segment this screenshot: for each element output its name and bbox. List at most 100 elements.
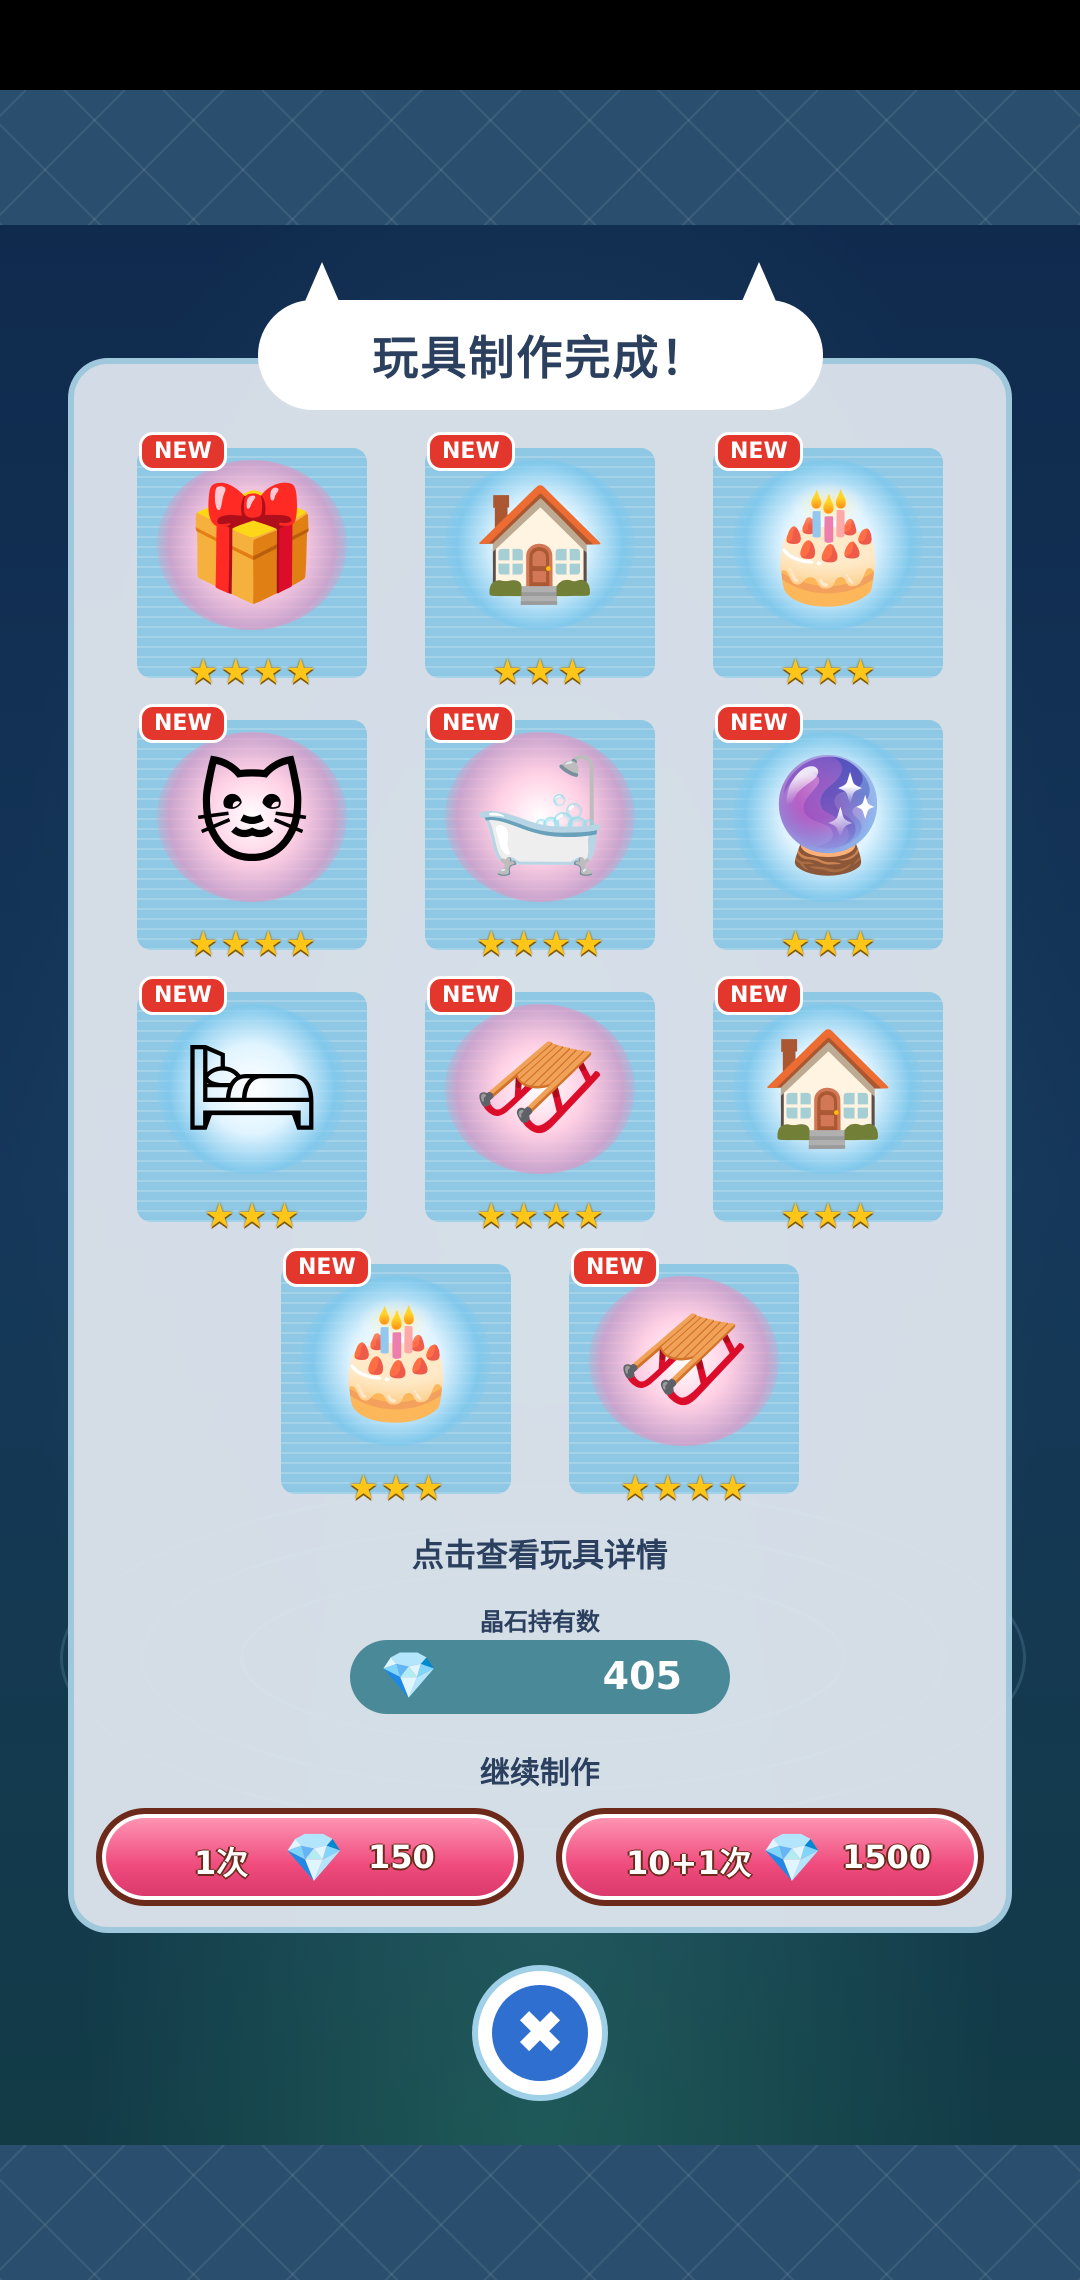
toy-card[interactable]: 🛷 NEW ★★★★: [569, 1248, 799, 1508]
star-icon: ★: [685, 1468, 716, 1508]
rainbow-crystal-icon: 💎: [284, 1830, 344, 1886]
star-rating: ★★★: [137, 1196, 367, 1236]
new-badge: NEW: [427, 704, 515, 743]
status-bar: [0, 0, 1080, 90]
star-rating: ★★★★: [425, 924, 655, 964]
toy-card[interactable]: 🛏 NEW ★★★: [137, 976, 367, 1236]
footer-band: [0, 2145, 1080, 2280]
star-icon: ★: [285, 652, 316, 692]
star-icon: ★: [812, 924, 844, 964]
star-icon: ★: [557, 652, 588, 692]
star-icon: ★: [285, 924, 316, 964]
star-icon: ★: [508, 924, 539, 964]
new-badge: NEW: [715, 976, 803, 1015]
title-bubble: 玩具制作完成！: [258, 300, 823, 410]
gingerbread-house-icon: 🏠: [759, 1023, 897, 1151]
star-icon: ★: [573, 924, 604, 964]
close-button[interactable]: ✖: [472, 1965, 608, 2101]
star-icon: ★: [476, 924, 507, 964]
star-icon: ★: [188, 652, 219, 692]
star-rating: ★★★★: [137, 652, 367, 692]
star-icon: ★: [220, 924, 251, 964]
star-rating: ★★★: [713, 924, 943, 964]
star-icon: ★: [188, 924, 219, 964]
star-icon: ★: [236, 1196, 268, 1236]
star-icon: ★: [253, 652, 284, 692]
white-cat-icon: 🐱: [194, 751, 310, 879]
stacked-gift-boxes-icon: 🎁: [183, 479, 321, 607]
santa-sleigh-icon: 🛷: [615, 1295, 753, 1423]
star-icon: ★: [220, 652, 251, 692]
bath-tub-toy-icon: 🛁: [471, 751, 609, 879]
continue-label: 继续制作: [480, 1756, 600, 1791]
toy-card[interactable]: 🔮 NEW ★★★: [713, 704, 943, 964]
star-icon: ★: [780, 652, 811, 692]
star-icon: ★: [348, 1468, 379, 1508]
new-badge: NEW: [139, 432, 227, 471]
star-icon: ★: [508, 1196, 539, 1236]
star-icon: ★: [812, 1196, 844, 1236]
toy-card[interactable]: 🛁 NEW ★★★★: [425, 704, 655, 964]
star-icon: ★: [253, 924, 284, 964]
snow-globe-icon: 🔮: [759, 751, 897, 879]
star-rating: ★★★: [281, 1468, 511, 1508]
new-badge: NEW: [715, 432, 803, 471]
star-icon: ★: [717, 1468, 748, 1508]
star-icon: ★: [476, 1196, 507, 1236]
gem-count: 405: [602, 1654, 682, 1698]
star-icon: ★: [845, 652, 876, 692]
star-icon: ★: [413, 1468, 444, 1508]
star-icon: ★: [204, 1196, 235, 1236]
craft-once-label: 1次: [194, 1844, 249, 1882]
toy-card[interactable]: 🏠 NEW ★★★: [713, 976, 943, 1236]
close-icon: ✖: [492, 1985, 588, 2081]
star-icon: ★: [573, 1196, 604, 1236]
rainbow-crystal-icon: 💎: [380, 1648, 438, 1702]
star-icon: ★: [541, 924, 572, 964]
craft-ten-cost: 1500: [842, 1838, 932, 1876]
star-icon: ★: [492, 652, 523, 692]
new-badge: NEW: [139, 704, 227, 743]
craft-ten-label: 10+1次: [626, 1844, 752, 1882]
rainbow-crystal-icon: 💎: [762, 1830, 822, 1886]
star-rating: ★★★: [713, 652, 943, 692]
star-icon: ★: [380, 1468, 412, 1508]
star-icon: ★: [812, 652, 844, 692]
new-badge: NEW: [427, 432, 515, 471]
new-badge: NEW: [283, 1248, 371, 1287]
toy-card[interactable]: 🏠 NEW ★★★: [425, 432, 655, 692]
craft-ten-plus-one-button[interactable]: 10+1次 💎 1500: [556, 1808, 984, 1906]
toy-card[interactable]: 🎁 NEW ★★★★: [137, 432, 367, 692]
new-badge: NEW: [139, 976, 227, 1015]
star-icon: ★: [845, 1196, 876, 1236]
new-badge: NEW: [571, 1248, 659, 1287]
tap-hint: 点击查看玩具详情: [411, 1536, 668, 1574]
toy-card[interactable]: 🎂 NEW ★★★: [713, 432, 943, 692]
star-icon: ★: [541, 1196, 572, 1236]
new-badge: NEW: [715, 704, 803, 743]
page-title: 玩具制作完成！: [372, 331, 709, 385]
star-icon: ★: [845, 924, 876, 964]
christmas-cake-icon: 🎂: [327, 1295, 465, 1423]
star-rating: ★★★: [425, 652, 655, 692]
toy-card[interactable]: 🎂 NEW ★★★: [281, 1248, 511, 1508]
gem-balance: 💎 405: [350, 1640, 730, 1714]
gingerbread-house-icon: 🏠: [471, 479, 609, 607]
star-icon: ★: [780, 924, 811, 964]
star-rating: ★★★★: [569, 1468, 799, 1508]
star-rating: ★★★★: [137, 924, 367, 964]
christmas-cake-icon: 🎂: [759, 479, 897, 607]
star-rating: ★★★: [713, 1196, 943, 1236]
santa-sleigh-icon: 🛷: [471, 1023, 609, 1151]
craft-once-button[interactable]: 1次 💎 150: [96, 1808, 524, 1906]
star-icon: ★: [269, 1196, 300, 1236]
star-icon: ★: [652, 1468, 683, 1508]
toy-card[interactable]: 🐱 NEW ★★★★: [137, 704, 367, 964]
star-icon: ★: [524, 652, 556, 692]
new-badge: NEW: [427, 976, 515, 1015]
header-band: [0, 90, 1080, 225]
star-rating: ★★★★: [425, 1196, 655, 1236]
toy-card[interactable]: 🛷 NEW ★★★★: [425, 976, 655, 1236]
craft-once-cost: 150: [368, 1838, 435, 1876]
star-icon: ★: [620, 1468, 651, 1508]
